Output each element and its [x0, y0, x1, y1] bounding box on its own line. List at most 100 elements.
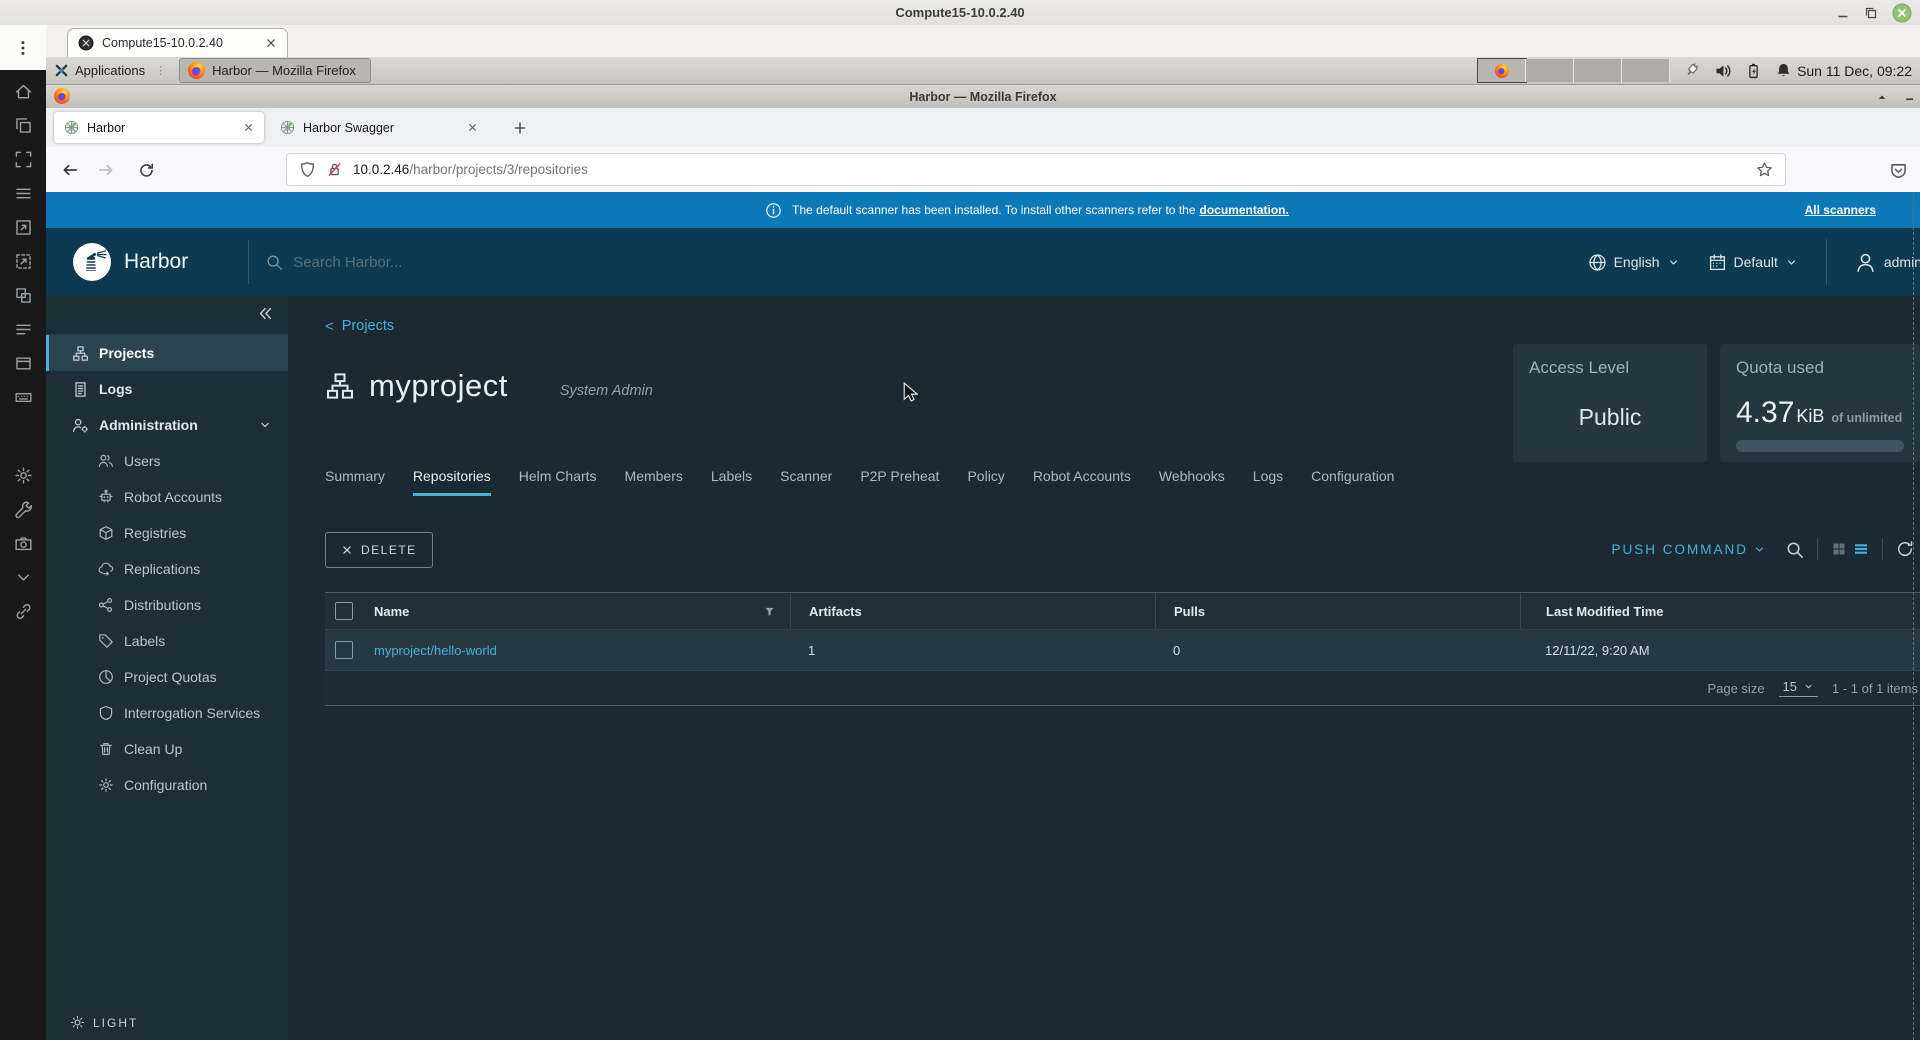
close-tab-icon[interactable]: [243, 122, 254, 133]
preferences-button[interactable]: [12, 465, 34, 485]
scaled-mode-button[interactable]: [12, 285, 34, 305]
refresh-icon[interactable]: [1896, 540, 1914, 558]
tab-members[interactable]: Members: [625, 468, 683, 496]
tab-p2p-preheat[interactable]: P2P Preheat: [860, 468, 939, 496]
row-checkbox[interactable]: [335, 641, 353, 659]
tab-configuration[interactable]: Configuration: [1311, 468, 1394, 496]
workspace-2[interactable]: [1526, 59, 1574, 82]
column-last-modified[interactable]: Last Modified Time: [1546, 604, 1664, 619]
tools-button[interactable]: [12, 499, 34, 519]
column-name[interactable]: Name: [374, 604, 409, 619]
screenshot-button[interactable]: [12, 533, 34, 553]
sidebar-item-project-quotas[interactable]: Project Quotas: [46, 659, 288, 695]
menu-lines-button[interactable]: [12, 183, 34, 203]
usb-device-icon[interactable]: [1682, 61, 1701, 80]
sidebar-item-clean-up[interactable]: Clean Up: [46, 731, 288, 767]
sidebar-item-registries[interactable]: Registries: [46, 515, 288, 551]
tab-labels[interactable]: Labels: [711, 468, 752, 496]
workspace-4[interactable]: [1622, 59, 1670, 82]
tab-helm-charts[interactable]: Helm Charts: [519, 468, 597, 496]
workspace-3[interactable]: [1574, 59, 1622, 82]
multi-monitor-button[interactable]: [12, 319, 34, 339]
applications-menu[interactable]: Applications ⋮: [46, 63, 177, 78]
delete-button[interactable]: DELETE: [325, 532, 433, 568]
tab-repositories[interactable]: Repositories: [412, 468, 491, 496]
sidebar-item-interrogation-services[interactable]: Interrogation Services: [46, 695, 288, 731]
sidebar-item-projects[interactable]: Projects: [46, 335, 288, 371]
resize-fit-button[interactable]: [12, 217, 34, 237]
breadcrumb-projects-link[interactable]: Projects: [342, 318, 394, 335]
tab-policy[interactable]: Policy: [967, 468, 1004, 496]
insecure-lock-icon[interactable]: [326, 161, 343, 178]
back-button[interactable]: [58, 158, 82, 182]
panel-clock[interactable]: Sun 11 Dec, 09:22: [1797, 57, 1912, 84]
url-bar[interactable]: 10.0.2.46/harbor/projects/3/repositories: [286, 153, 1786, 186]
home-button[interactable]: [12, 81, 34, 101]
minimize-window-icon[interactable]: [1904, 91, 1916, 103]
close-tab-icon[interactable]: [467, 122, 478, 133]
bookmark-star-icon[interactable]: [1756, 161, 1773, 178]
workspace-1[interactable]: [1477, 58, 1527, 83]
duplicate-window-button[interactable]: [12, 115, 34, 135]
column-artifacts[interactable]: Artifacts: [809, 604, 862, 619]
global-search[interactable]: [265, 252, 716, 272]
sidebar-item-logs[interactable]: Logs: [46, 371, 288, 407]
shade-window-icon[interactable]: [1876, 91, 1888, 103]
sidebar-item-users[interactable]: Users: [46, 443, 288, 479]
fullscreen-button[interactable]: [12, 149, 34, 169]
all-scanners-link[interactable]: All scanners: [1805, 203, 1876, 217]
forward-button[interactable]: [94, 158, 118, 182]
language-dropdown[interactable]: English: [1578, 253, 1690, 272]
browser-tab-harbor-swagger[interactable]: Harbor Swagger: [270, 112, 488, 143]
minimize-window-icon[interactable]: [1836, 6, 1850, 20]
dynamic-resolution-button[interactable]: [12, 251, 34, 271]
kebab-menu-icon[interactable]: [0, 25, 46, 70]
keyboard-grab-button[interactable]: [12, 387, 34, 407]
account-shield-icon[interactable]: [1886, 158, 1910, 182]
collapse-sidebar-icon[interactable]: [257, 305, 274, 322]
browser-tab-harbor[interactable]: Harbor: [54, 112, 264, 143]
list-view-icon[interactable]: [1853, 541, 1869, 557]
filter-icon[interactable]: [763, 605, 776, 618]
tab-webhooks[interactable]: Webhooks: [1159, 468, 1225, 496]
tab-logs[interactable]: Logs: [1253, 468, 1283, 496]
sidebar-item-configuration[interactable]: Configuration: [46, 767, 288, 803]
tab-summary[interactable]: Summary: [325, 468, 385, 496]
push-command-dropdown[interactable]: PUSH COMMAND: [1611, 542, 1766, 557]
repositories-table: Name Artifacts Pulls Last Modified Time …: [325, 592, 1920, 706]
collapse-toolbar-button[interactable]: [12, 567, 34, 587]
sidebar-item-robot-accounts[interactable]: Robot Accounts: [46, 479, 288, 515]
taskbar-window-button[interactable]: Harbor — Mozilla Firefox: [179, 58, 371, 83]
tab-scanner[interactable]: Scanner: [780, 468, 832, 496]
reload-button[interactable]: [134, 158, 158, 182]
tracking-protection-shield-icon[interactable]: [299, 161, 316, 178]
search-repositories-icon[interactable]: [1785, 540, 1804, 559]
maximize-window-icon[interactable]: [1864, 6, 1878, 20]
close-tab-icon[interactable]: [265, 37, 277, 49]
remote-viewer-tab[interactable]: Compute15-10.0.2.40: [67, 28, 288, 57]
panel-window-button[interactable]: [12, 353, 34, 373]
documentation-link[interactable]: documentation.: [1200, 203, 1289, 217]
new-tab-button[interactable]: [508, 116, 532, 140]
breadcrumb[interactable]: < Projects: [325, 318, 394, 335]
notifications-bell-icon[interactable]: [1775, 62, 1792, 79]
search-input[interactable]: [291, 252, 716, 272]
tab-robot-accounts[interactable]: Robot Accounts: [1033, 468, 1131, 496]
page-size-select[interactable]: 15: [1778, 679, 1819, 697]
sidebar-item-replications[interactable]: Replications: [46, 551, 288, 587]
theme-toggle[interactable]: LIGHT: [70, 1015, 138, 1030]
sidebar-item-labels[interactable]: Labels: [46, 623, 288, 659]
sidebar-item-administration[interactable]: Administration: [46, 407, 288, 443]
column-pulls[interactable]: Pulls: [1174, 604, 1205, 619]
select-all-checkbox[interactable]: [335, 602, 353, 620]
disconnect-button[interactable]: [12, 601, 34, 621]
sidebar-item-distributions[interactable]: Distributions: [46, 587, 288, 623]
user-menu[interactable]: admin: [1845, 252, 1920, 273]
close-window-icon[interactable]: [1892, 3, 1912, 23]
repository-link[interactable]: myproject/hello-world: [374, 643, 497, 658]
volume-icon[interactable]: [1714, 62, 1732, 80]
battery-icon[interactable]: [1745, 62, 1762, 80]
card-view-icon[interactable]: [1831, 541, 1847, 557]
replications-icon: [98, 562, 114, 576]
flavor-dropdown[interactable]: Default: [1698, 253, 1808, 272]
